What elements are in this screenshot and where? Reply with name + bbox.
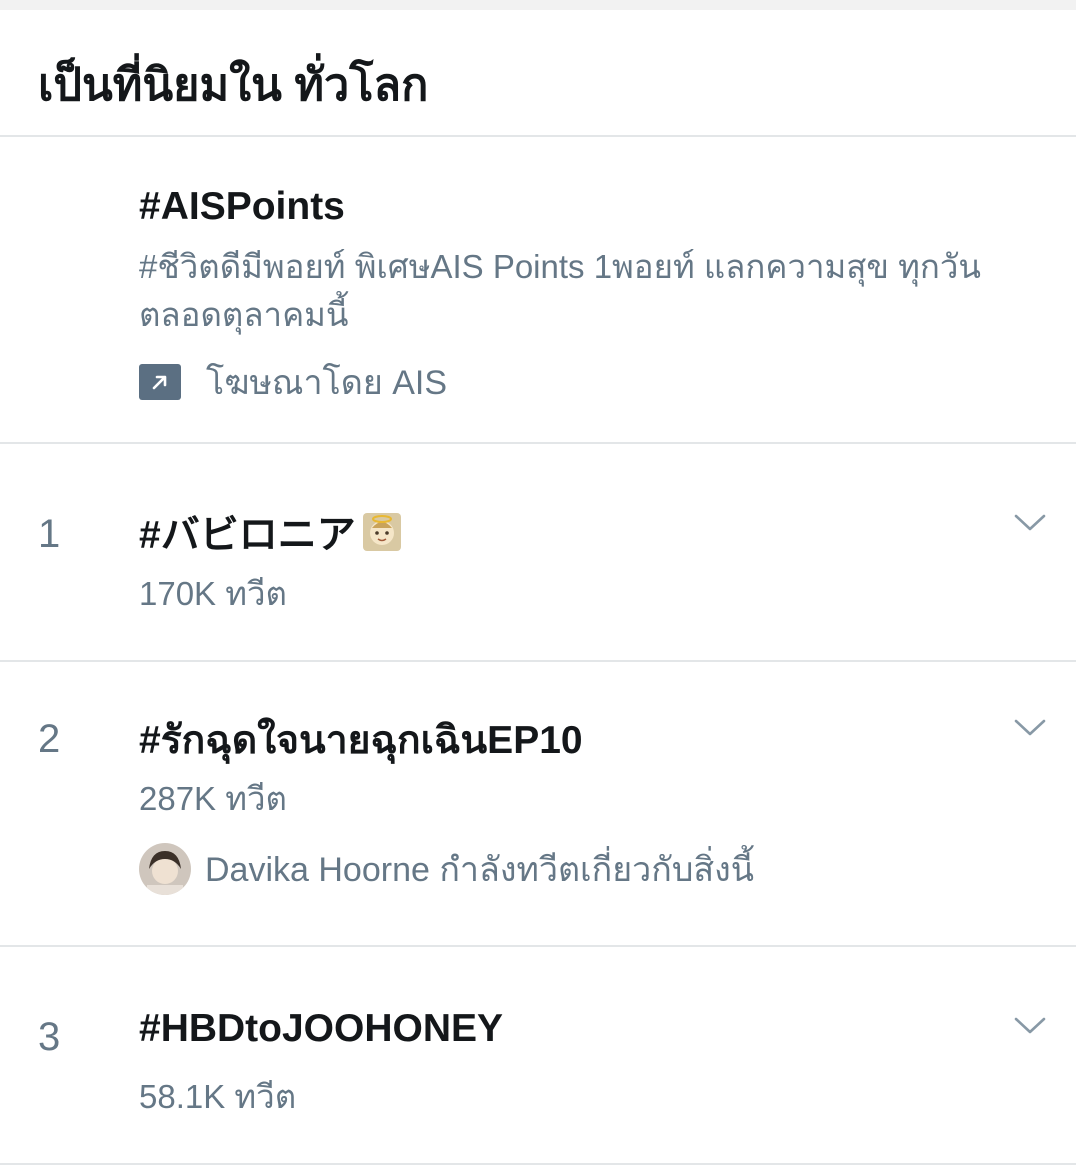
trend-item[interactable]: 2 #รักฉุดใจนายฉุกเฉินEP10 287K ทวีต Davi…	[0, 662, 1076, 947]
trend-name-wrap: #バビロニア	[139, 504, 402, 560]
trend-rank: 1	[38, 512, 61, 556]
trend-name: #バビロニア	[139, 514, 356, 557]
social-context-text: Davika Hoorne กำลังทวีตเกี่ยวกับสิ่งนี้	[205, 851, 755, 889]
social-context: Davika Hoorne กำลังทวีตเกี่ยวกับสิ่งนี้	[139, 842, 754, 896]
promoted-trend[interactable]: #AISPoints #ชีวิตดีมีพอยท์ พิเศษAIS Poin…	[0, 137, 1076, 444]
chevron-down-icon[interactable]	[1012, 512, 1048, 534]
tweet-count: 170K ทวีต	[139, 575, 287, 612]
top-separator	[0, 0, 1076, 10]
trend-name: #AISPoints	[139, 185, 345, 228]
tweet-count: 287K ทวีต	[139, 780, 287, 817]
promoted-by: โฆษณาโดย AIS	[139, 362, 447, 402]
page-title: เป็นที่นิยมใน ทั่วโลก	[38, 59, 429, 110]
trend-item[interactable]: 3 #HBDtoJOOHONEY 58.1K ทวีต	[0, 947, 1076, 1165]
promoted-label: โฆษณาโดย AIS	[206, 364, 448, 402]
trend-name: #HBDtoJOOHONEY	[139, 1007, 504, 1050]
trend-rank: 3	[38, 1015, 61, 1059]
promoted-description: #ชีวิตดีมีพอยท์ พิเศษAIS Points 1พอยท์ แ…	[139, 248, 981, 333]
trends-header: เป็นที่นิยมใน ทั่วโลก	[0, 10, 1076, 137]
tweet-count: 58.1K ทวีต	[139, 1078, 297, 1115]
chevron-down-icon[interactable]	[1012, 717, 1048, 739]
trend-rank: 2	[38, 717, 61, 761]
avatar	[139, 843, 191, 895]
trend-name: #รักฉุดใจนายฉุกเฉินEP10	[139, 719, 583, 762]
chevron-down-icon[interactable]	[1012, 1015, 1048, 1037]
promoted-arrow-icon	[139, 364, 181, 400]
angel-emoji-icon	[362, 513, 401, 551]
trend-item[interactable]: 1 #バビロニア 170K ทวีต	[0, 444, 1076, 662]
